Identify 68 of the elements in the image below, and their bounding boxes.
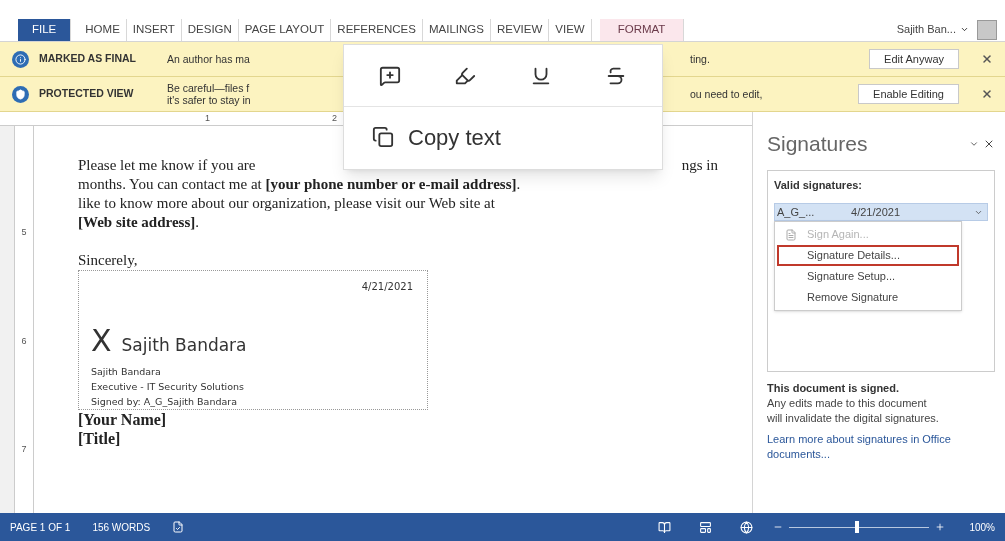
edit-anyway-button[interactable]: Edit Anyway [869, 49, 959, 69]
paragraph-text: Please let me know if you are [78, 156, 256, 175]
placeholder-text: [Your Name] [78, 410, 168, 429]
signer-name: Sajith Bandara [121, 334, 247, 356]
ruler-number: 2 [332, 111, 338, 125]
menu-item[interactable]: Remove Signature [777, 287, 959, 308]
paragraph-text: [Web site address]. [78, 213, 200, 232]
section-label: Valid signatures: [774, 177, 864, 193]
signer-detail: Sajith Bandara [91, 365, 162, 379]
paragraph-text: months. You can contact me at [your phone number or e-mail address]. [78, 175, 522, 194]
status-text: Any edits made to this document will invalidate the digital signatures. [767, 396, 940, 426]
add-comment-icon[interactable] [378, 64, 401, 87]
message-text: ou need to edit, [690, 88, 764, 100]
avatar[interactable] [977, 19, 997, 40]
menu-item[interactable]: Signature Setup... [777, 266, 959, 287]
ribbon-tab[interactable]: FORMAT [599, 18, 685, 41]
ribbon-tab[interactable]: VIEW [549, 18, 592, 41]
ruler-number: 6 [21, 334, 27, 348]
word-count[interactable]: 156 WORDS [92, 519, 151, 535]
pane-title: Signatures [767, 131, 869, 157]
learn-more-link[interactable]: Learn more about signatures in Office documents... [767, 432, 995, 462]
signature-entry[interactable]: A_G_... 4/21/2021 [774, 203, 988, 221]
ribbon-tab[interactable]: REFERENCES [331, 18, 423, 41]
enable-editing-button[interactable]: Enable Editing [858, 84, 959, 104]
signer-detail: Signed by: A_G_Sajith Bandara [91, 395, 238, 409]
status-heading: This document is signed. [767, 380, 901, 396]
ribbon-tab[interactable]: REVIEW [490, 18, 550, 41]
copy-icon [372, 126, 394, 148]
proofing-icon[interactable] [172, 521, 185, 533]
web-layout-icon[interactable] [740, 520, 754, 534]
signer-detail: Executive - IT Security Solutions [91, 380, 246, 394]
close-icon[interactable] [981, 88, 993, 100]
paragraph-text: ngs in [681, 156, 718, 175]
message-text: Be careful—files f [167, 82, 251, 94]
ribbon-tab[interactable]: INSERT [126, 18, 182, 41]
menu-item[interactable]: Signature Details... [777, 245, 959, 266]
message-title: PROTECTED VIEW [39, 86, 135, 102]
ribbon-tab[interactable]: PAGE LAYOUT [238, 18, 332, 41]
document-icon [785, 228, 797, 241]
zoom-in-icon[interactable] [935, 522, 946, 532]
ribbon-tab[interactable]: HOME [79, 18, 127, 41]
copy-text-button[interactable]: Copy text [344, 107, 662, 167]
placeholder-text: [Title] [78, 429, 122, 448]
info-icon [12, 50, 29, 68]
signature-date: 4/21/2021 [361, 280, 413, 294]
read-mode-icon[interactable] [658, 520, 672, 534]
zoom-slider[interactable] [789, 521, 930, 533]
message-text: ting. [690, 53, 711, 65]
message-text: it's safer to stay in [167, 94, 252, 106]
message-title: MARKED AS FINAL [39, 51, 138, 67]
signature-date: 4/21/2021 [850, 204, 900, 220]
shield-icon [12, 85, 29, 103]
ruler-number: 7 [21, 443, 27, 456]
signer-name: A_G_... [777, 204, 816, 220]
ribbon-tab[interactable]: FILE [18, 18, 72, 41]
print-layout-icon[interactable] [699, 520, 713, 534]
ribbon-tab[interactable]: DESIGN [181, 18, 239, 41]
closing-text: Sincerely, [78, 251, 139, 270]
signature-mark: X [91, 326, 112, 356]
user-name[interactable]: Sajith Ban... [896, 21, 956, 38]
page-count[interactable]: PAGE 1 OF 1 [10, 519, 71, 535]
ruler-number: 5 [21, 226, 27, 239]
ruler-number: 1 [205, 111, 210, 125]
close-icon[interactable] [981, 53, 993, 65]
paragraph-text: like to know more about our organization, please visit our Web site at [78, 194, 496, 213]
ribbon-tab[interactable]: MAILINGS [422, 18, 491, 41]
message-text: An author has ma [167, 53, 251, 65]
zoom-percent[interactable]: 100% [969, 519, 995, 535]
